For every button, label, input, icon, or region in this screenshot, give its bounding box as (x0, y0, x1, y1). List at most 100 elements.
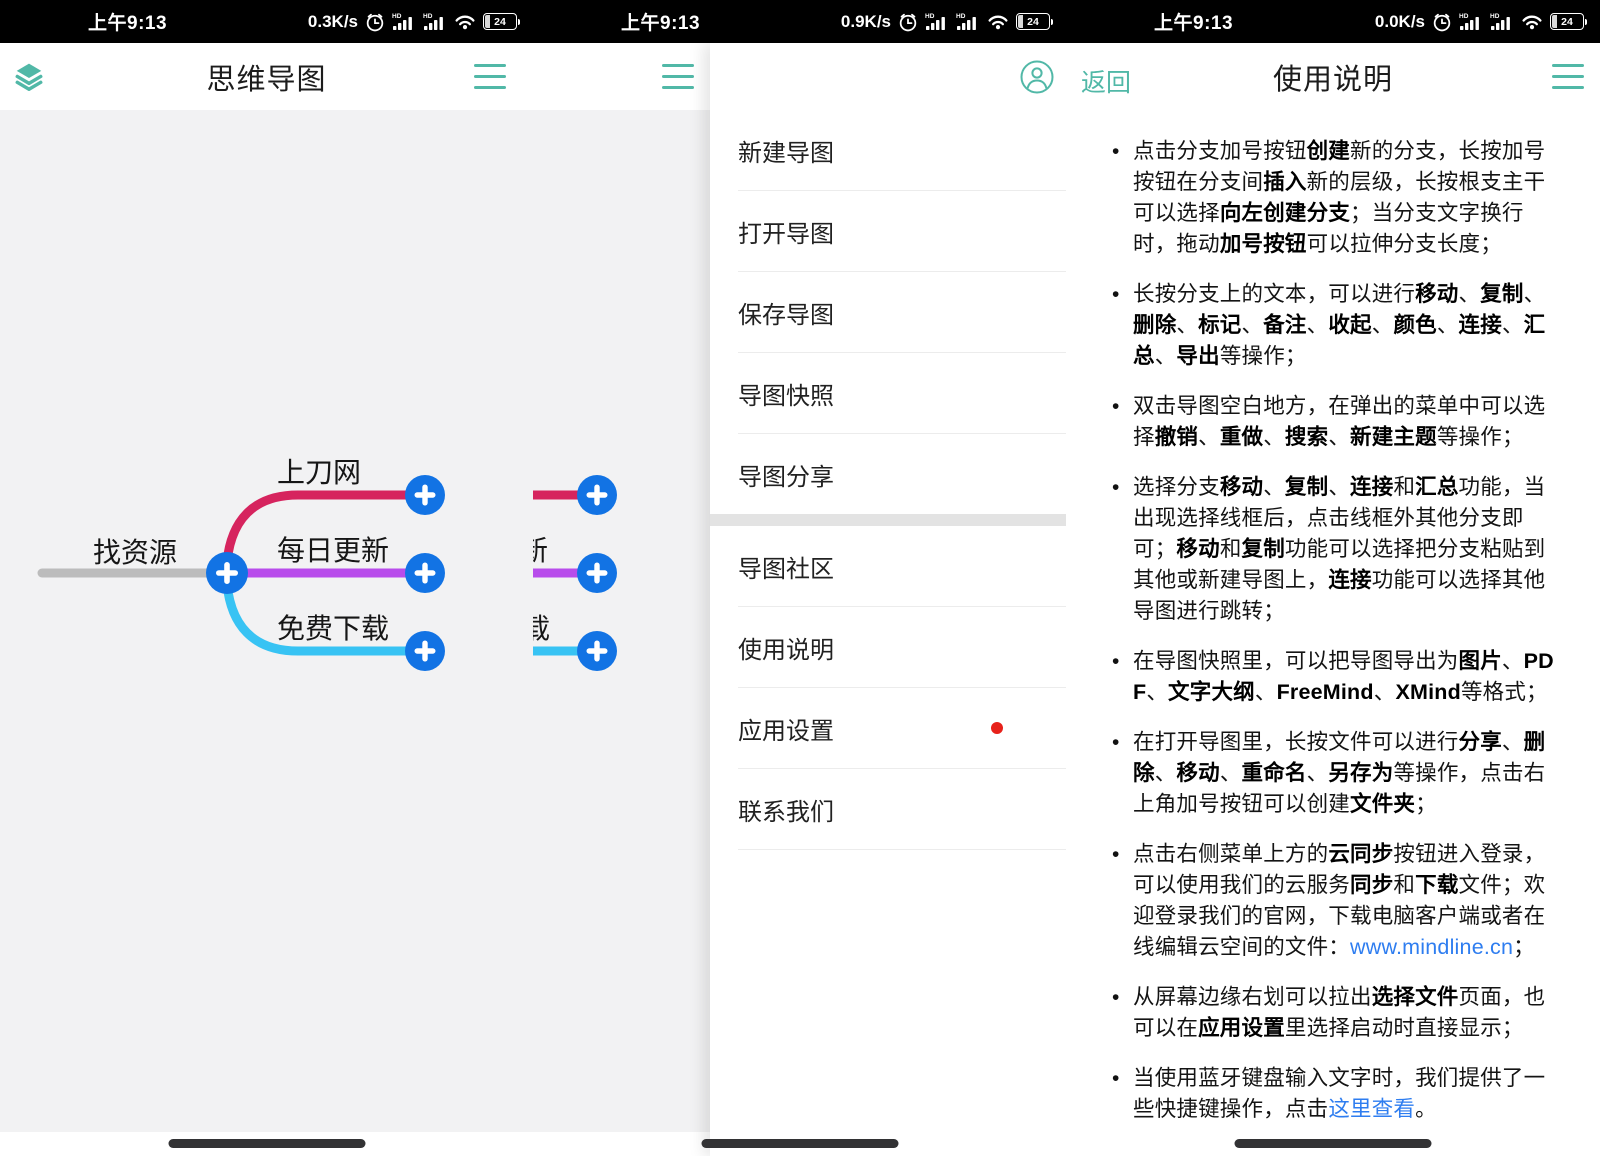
bold-text: 创建 (1307, 139, 1350, 163)
menu-item-bottom-2[interactable]: 应用设置 (710, 688, 1066, 768)
bullet-marker: • (1112, 646, 1133, 708)
bullet-text: 在导图快照里，可以把导图导出为图片、PDF、文字大纲、FreeMind、XMin… (1133, 646, 1556, 708)
bold-text: 撤销 (1155, 425, 1198, 449)
plain-text: ； (1415, 792, 1437, 816)
wifi-icon (454, 13, 476, 30)
bullet-marker: • (1112, 472, 1133, 627)
branch3-plus-button[interactable] (577, 631, 617, 671)
root-plus-button[interactable] (206, 552, 248, 594)
menu-item-top-1[interactable]: 打开导图 (710, 191, 1066, 271)
plain-text: 从屏幕边缘右划可以拉出 (1133, 985, 1372, 1009)
plain-text: 、 (1328, 475, 1350, 499)
root-node-label[interactable]: 找资源 (93, 537, 177, 568)
menu-hamburger-icon[interactable] (474, 64, 506, 89)
menu-item-label: 打开导图 (738, 214, 834, 249)
wifi-icon (1521, 13, 1543, 30)
menu-hamburger-icon[interactable] (1552, 64, 1584, 89)
app-header: 返回 使用说明 (1066, 43, 1600, 110)
help-bullet-8: •从屏幕边缘右划可以拉出选择文件页面，也可以在应用设置里选择启动时直接显示； (1066, 982, 1600, 1044)
plain-text: 等操作； (1220, 344, 1307, 368)
mindmap-strip[interactable]: 新 载 (533, 110, 710, 1132)
help-link[interactable]: 这里查看 (1328, 1097, 1415, 1121)
plain-text: 、 (1328, 425, 1350, 449)
home-indicator[interactable] (1235, 1139, 1432, 1148)
branch1-plus-button[interactable] (577, 475, 617, 515)
menu-section-divider (710, 514, 1066, 526)
bullet-text: 点击右侧菜单上方的云同步按钮进入登录，可以使用我们的云服务同步和下载文件；欢迎登… (1133, 839, 1556, 963)
plain-text: 在导图快照里，可以把导图导出为 (1133, 649, 1459, 673)
branch-label-2[interactable]: 每日更新 (277, 535, 389, 566)
menu-hamburger-icon[interactable] (662, 64, 694, 89)
branch1-plus-button[interactable] (405, 475, 445, 515)
network-speed: 0.0K/s (1375, 12, 1425, 32)
home-indicator[interactable] (168, 1139, 365, 1148)
page-title: 使用说明 (1066, 43, 1600, 110)
bold-text: 向左创建分支 (1220, 201, 1350, 225)
plain-text: 、 (1502, 730, 1524, 754)
plain-text: 、 (1176, 313, 1198, 337)
plain-text: 和 (1393, 873, 1415, 897)
status-time: 上午9:13 (621, 8, 700, 35)
svg-text:HD: HD (1490, 13, 1500, 20)
battery-level: 24 (494, 16, 506, 28)
help-bullet-2: •长按分支上的文本，可以进行移动、复制、删除、标记、备注、收起、颜色、连接、汇总… (1066, 279, 1600, 372)
bold-text: 移动 (1176, 537, 1219, 561)
branch2-plus-button[interactable] (405, 553, 445, 593)
plain-text: 、 (1242, 313, 1264, 337)
plain-text: 、 (1524, 282, 1546, 306)
branch2-plus-button[interactable] (577, 553, 617, 593)
menu-item-label: 使用说明 (738, 630, 834, 665)
bold-text: XMind (1395, 680, 1461, 704)
home-indicator[interactable] (701, 1139, 898, 1148)
menu-item-label: 导图分享 (738, 457, 834, 492)
branch3-plus-button[interactable] (405, 631, 445, 671)
bold-text: 应用设置 (1198, 1016, 1285, 1040)
screen-help: 上午9:13 0.0K/s HD HD 24 返回 使用说明 •点击分支加号按钮… (1066, 0, 1600, 1156)
status-icons: 0.3K/s HD HD 24 (308, 12, 517, 32)
account-icon[interactable] (1020, 60, 1054, 94)
side-drawer: 新建导图打开导图保存导图导图快照导图分享导图社区使用说明应用设置联系我们 (710, 43, 1066, 1156)
menu-item-label: 应用设置 (738, 711, 834, 746)
bold-text: 移动 (1176, 761, 1219, 785)
bold-text: 云同步 (1328, 842, 1393, 866)
bold-text: 移动 (1415, 282, 1458, 306)
bold-text: 连接 (1350, 475, 1393, 499)
sim1-signal-icon: HD (1459, 12, 1483, 31)
mindmap-canvas[interactable]: 找资源 上刀网 每日更新 免费下载 (0, 110, 533, 1132)
menu-item-bottom-0[interactable]: 导图社区 (710, 526, 1066, 606)
help-link[interactable]: www.mindline.cn (1350, 935, 1513, 959)
menu-item-label: 导图快照 (738, 376, 834, 411)
status-bar: 上午9:13 0.3K/s HD HD 24 (0, 0, 533, 43)
plain-text: 和 (1220, 537, 1242, 561)
menu-item-top-3[interactable]: 导图快照 (710, 353, 1066, 433)
screen-menu-drawer: 上午9:13 0.9K/s HD HD 24 新 载 新建导图打开导图保存导图导… (533, 0, 1066, 1156)
bold-text: 重命名 (1242, 761, 1307, 785)
bullet-marker: • (1112, 391, 1133, 453)
menu-item-label: 新建导图 (738, 133, 834, 168)
bold-text: 文字大纲 (1168, 680, 1255, 704)
alarm-clock-icon (1432, 12, 1452, 32)
plain-text: 。 (1415, 1097, 1437, 1121)
alarm-clock-icon (365, 12, 385, 32)
plain-text: 、 (1372, 313, 1394, 337)
menu-item-label: 导图社区 (738, 549, 834, 584)
menu-item-top-0[interactable]: 新建导图 (710, 110, 1066, 190)
plain-text: 、 (1263, 425, 1285, 449)
bold-text: 连接 (1459, 313, 1502, 337)
page-title: 思维导图 (0, 43, 533, 110)
menu-item-bottom-3[interactable]: 联系我们 (710, 769, 1066, 849)
bullet-marker: • (1112, 982, 1133, 1044)
menu-item-top-4[interactable]: 导图分享 (710, 434, 1066, 514)
network-speed: 0.9K/s (841, 12, 891, 32)
plain-text: 、 (1307, 761, 1329, 785)
branch-label-3[interactable]: 免费下载 (277, 613, 389, 644)
branch-label-3-partial: 载 (533, 613, 550, 644)
plain-text: 里选择启动时直接显示； (1285, 1016, 1524, 1040)
menu-item-bottom-1[interactable]: 使用说明 (710, 607, 1066, 687)
screen-mindmap: 上午9:13 0.3K/s HD HD 24 思维导图 找资源 上刀网 每日更新… (0, 0, 533, 1156)
menu-item-top-2[interactable]: 保存导图 (710, 272, 1066, 352)
branch-label-1[interactable]: 上刀网 (277, 457, 361, 488)
bold-text: 复制 (1242, 537, 1285, 561)
menu-divider (738, 849, 1066, 850)
plain-text: 、 (1155, 344, 1177, 368)
